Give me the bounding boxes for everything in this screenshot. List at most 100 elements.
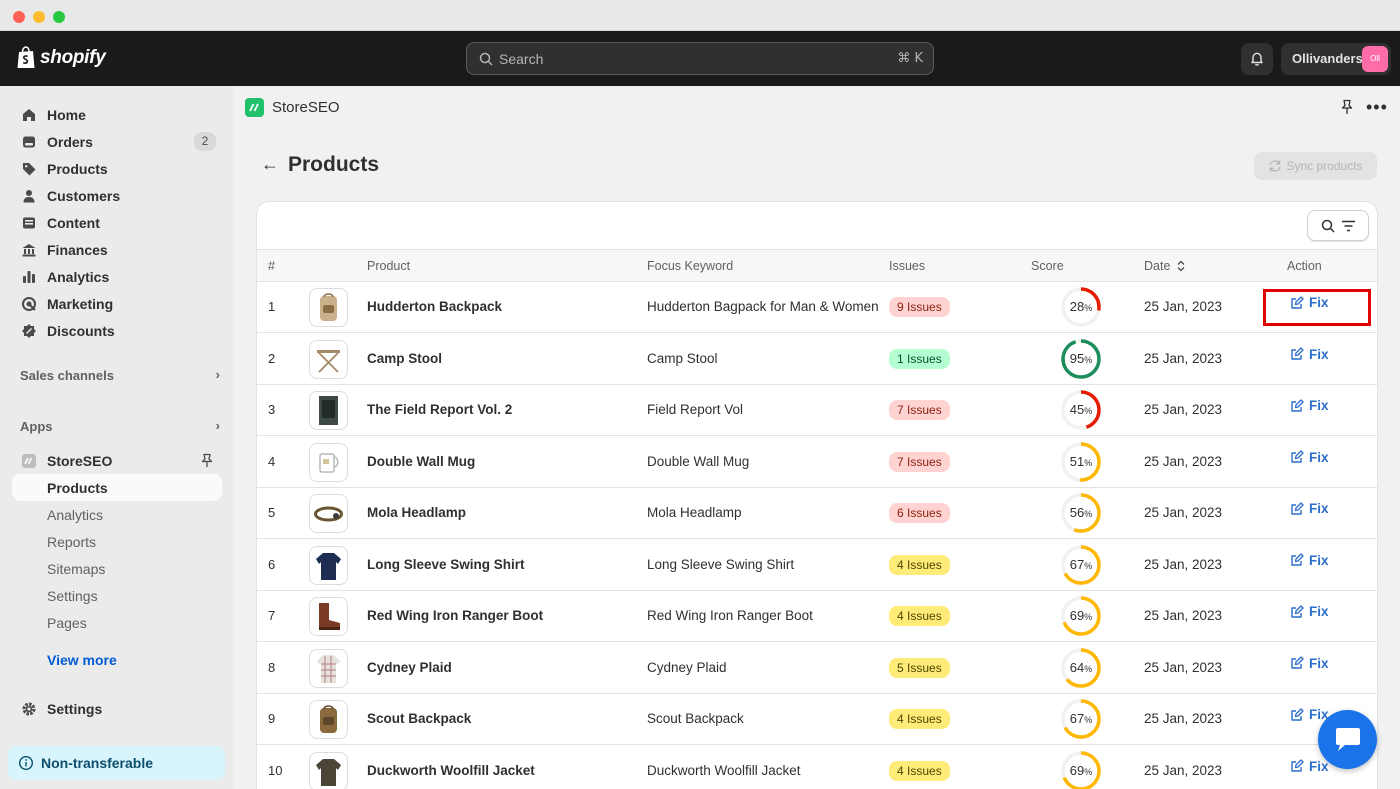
score-value: 56% (1060, 505, 1102, 520)
product-thumbnail[interactable] (309, 339, 348, 379)
product-name-link[interactable]: Double Wall Mug (367, 454, 475, 469)
sidebar-item-label: Home (47, 106, 86, 123)
product-thumbnail[interactable] (309, 597, 348, 636)
product-name-link[interactable]: Long Sleeve Swing Shirt (367, 557, 525, 572)
product-thumbnail[interactable] (309, 391, 348, 430)
edit-icon (1291, 707, 1304, 721)
table-row[interactable]: 4 Double Wall Mug Double Wall Mug 7 Issues 5… (257, 437, 1377, 488)
sidebar-subitem-settings[interactable]: Settings (12, 582, 222, 609)
fix-button[interactable]: Fix (1290, 501, 1329, 516)
sidebar-subitem-pages[interactable]: Pages (12, 609, 222, 636)
fix-button[interactable]: Fix (1290, 347, 1329, 362)
sidebar-subitem-products[interactable]: Products (12, 474, 222, 501)
product-name-link[interactable]: Mola Headlamp (367, 505, 466, 520)
table-row[interactable]: 1 Hudderton Backpack Hudderton Bagpack for… (257, 282, 1377, 333)
sidebar-item-settings[interactable]: Settings (12, 695, 222, 722)
sidebar-subitem-analytics[interactable]: Analytics (12, 501, 222, 528)
issues-badge: 4 Issues (889, 709, 950, 729)
product-thumbnail[interactable] (309, 751, 348, 789)
fix-button[interactable]: Fix (1290, 759, 1329, 774)
row-number: 10 (268, 762, 283, 778)
product-name-link[interactable]: Hudderton Backpack (367, 299, 502, 314)
sync-products-button[interactable]: Sync products (1254, 152, 1377, 180)
orders-count-badge: 2 (194, 132, 216, 151)
orders-icon (23, 136, 35, 147)
product-name-link[interactable]: Duckworth Woolfill Jacket (367, 763, 535, 778)
more-options-icon[interactable]: ••• (1366, 97, 1388, 118)
score-number: 56 (1069, 505, 1085, 520)
pin-icon[interactable] (1340, 99, 1354, 115)
back-arrow-icon[interactable]: ← (261, 154, 279, 175)
fix-button[interactable]: Fix (1290, 398, 1329, 413)
table-row[interactable]: 5 Mola Headlamp Mola Headlamp 6 Issues 56% 25… (257, 488, 1377, 539)
table-row[interactable]: 3 The Field Report Vol. 2 Field Report Vol… (257, 385, 1377, 436)
score-ring: 67% (1060, 698, 1102, 740)
fix-button[interactable]: Fix (1290, 553, 1329, 568)
sidebar-item-label: Discounts (47, 322, 115, 339)
sidebar-item-products[interactable]: Products (12, 155, 222, 182)
apps-section[interactable]: Apps › (20, 418, 220, 434)
view-more-link[interactable]: View more (47, 652, 117, 668)
score-value: 28% (1060, 299, 1102, 314)
fix-button[interactable]: Fix (1290, 450, 1329, 465)
page-title: Products (288, 153, 380, 176)
store-menu-button[interactable]: Ollivanders Oll (1281, 43, 1391, 75)
product-name-link[interactable]: The Field Report Vol. 2 (367, 402, 512, 417)
chat-support-button[interactable] (1318, 710, 1377, 769)
product-name-link[interactable]: Scout Backpack (367, 711, 471, 726)
product-image (316, 758, 341, 786)
close-window-button[interactable] (13, 11, 25, 23)
row-number: 2 (268, 350, 276, 366)
shopify-logo[interactable]: shopify (16, 46, 106, 70)
sidebar-item-finances[interactable]: Finances (12, 236, 222, 263)
fix-button[interactable]: Fix (1290, 604, 1329, 619)
product-thumbnail[interactable] (309, 442, 348, 482)
minimize-window-button[interactable] (33, 11, 45, 23)
sidebar-item-discounts[interactable]: Discounts (12, 317, 222, 344)
sidebar-item-label: Orders (47, 133, 93, 150)
percent-sign: % (1084, 303, 1093, 313)
sidebar-item-label: Marketing (47, 295, 114, 312)
notifications-button[interactable] (1241, 43, 1273, 75)
product-thumbnail[interactable] (309, 288, 348, 327)
product-thumbnail[interactable] (309, 648, 348, 688)
product-name-link[interactable]: Cydney Plaid (367, 660, 452, 675)
product-name-link[interactable]: Camp Stool (367, 351, 442, 366)
product-thumbnail[interactable] (309, 494, 348, 533)
sidebar-item-marketing[interactable]: Marketing (12, 290, 222, 317)
sidebar-item-orders[interactable]: Orders 2 (12, 128, 222, 155)
store-avatar: Oll (1362, 46, 1388, 72)
product-thumbnail[interactable] (309, 700, 348, 739)
sidebar-subitem-reports[interactable]: Reports (12, 528, 222, 555)
percent-sign: % (1084, 715, 1093, 725)
table-row[interactable]: 10 Duckworth Woolfill Jacket Duckworth Woo… (257, 746, 1377, 789)
sidebar-item-storeseo[interactable]: StoreSEO (12, 447, 222, 474)
fix-button[interactable]: Fix (1290, 707, 1329, 722)
zoom-window-button[interactable] (53, 11, 65, 23)
sales-channels-section[interactable]: Sales channels › (20, 367, 220, 383)
column-header-date[interactable]: Date (1144, 259, 1186, 273)
sidebar-item-home[interactable]: Home (12, 101, 222, 128)
table-row[interactable]: 9 Scout Backpack Scout Backpack 4 Issues 67%… (257, 694, 1377, 745)
pin-icon[interactable] (200, 453, 214, 468)
sidebar-item-content[interactable]: Content (12, 209, 222, 236)
score-ring: 51% (1060, 441, 1102, 483)
table-row[interactable]: 8 Cydney Plaid Cydney Plaid 5 Issues 64% 25 J… (257, 643, 1377, 694)
table-row[interactable]: 2 Camp Stool Camp Stool 1 Issues 95% 25 Jan, … (257, 334, 1377, 385)
global-search[interactable]: ⌘ K (466, 42, 934, 75)
product-name-link[interactable]: Red Wing Iron Ranger Boot (367, 608, 543, 623)
search-filter-button[interactable] (1307, 210, 1369, 241)
sidebar-item-analytics[interactable]: Analytics (12, 263, 222, 290)
sidebar-item-customers[interactable]: Customers (12, 182, 222, 209)
table-row[interactable]: 6 Long Sleeve Swing Shirt Long Sleeve Swin… (257, 540, 1377, 591)
table-row[interactable]: 7 Red Wing Iron Ranger Boot Red Wing Iron … (257, 591, 1377, 642)
main-content: StoreSEO ••• ← Products Sync products # … (233, 86, 1400, 789)
date-cell: 25 Jan, 2023 (1144, 453, 1223, 469)
non-transferable-banner[interactable]: Non-transferable (8, 746, 225, 780)
fix-button[interactable]: Fix (1290, 656, 1329, 671)
app-title-bar: StoreSEO ••• (233, 86, 1400, 128)
search-input[interactable] (499, 43, 859, 74)
product-thumbnail[interactable] (309, 545, 348, 585)
focus-keyword: Red Wing Iron Ranger Boot (647, 608, 813, 623)
sidebar-subitem-sitemaps[interactable]: Sitemaps (12, 555, 222, 582)
